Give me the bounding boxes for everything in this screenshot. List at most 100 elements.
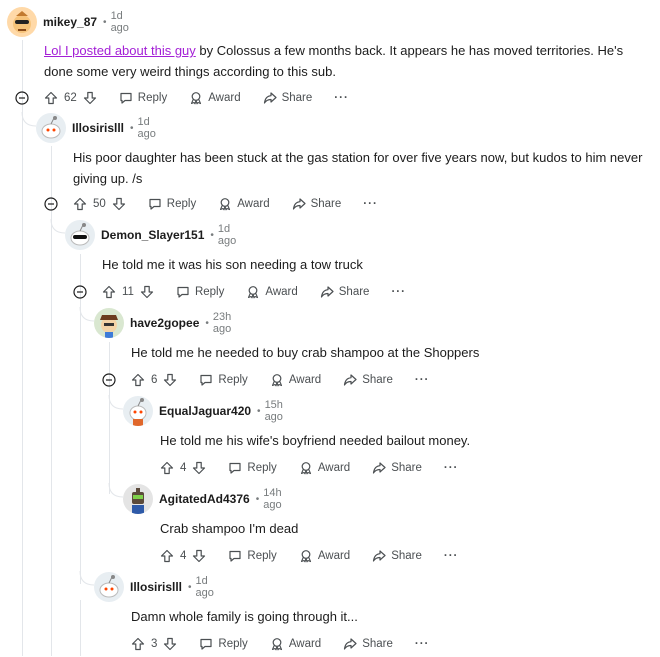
thread-line-4[interactable]	[109, 342, 110, 494]
more-options-icon[interactable]: ···	[334, 92, 349, 104]
more-options-icon[interactable]: ···	[391, 286, 406, 298]
avatar[interactable]	[123, 396, 153, 426]
upvote-icon[interactable]	[160, 549, 174, 563]
reply-button[interactable]: Reply	[199, 373, 248, 387]
comment-body: He told me his wife's boyfriend needed b…	[160, 433, 471, 448]
timestamp[interactable]: 1d ago	[138, 116, 156, 140]
award-button[interactable]: Award	[246, 285, 298, 299]
upvote-icon[interactable]	[102, 285, 116, 299]
share-icon	[320, 285, 334, 299]
collapse-icon[interactable]	[102, 373, 116, 387]
award-icon	[299, 549, 313, 563]
share-icon	[343, 637, 357, 651]
more-options-icon[interactable]: ···	[363, 198, 378, 210]
share-button[interactable]: Share	[263, 91, 312, 105]
award-button[interactable]: Award	[218, 197, 270, 211]
thread-line-3[interactable]	[80, 254, 81, 584]
share-icon	[372, 549, 386, 563]
vote-count: 4	[180, 462, 187, 474]
award-button[interactable]: Award	[270, 637, 321, 651]
share-button[interactable]: Share	[320, 285, 369, 299]
vote-count: 50	[93, 198, 106, 210]
username[interactable]: Illosirislll	[130, 580, 182, 594]
comment-actions: 6 Reply Award Share ···	[131, 367, 429, 393]
separator-dot: •	[205, 317, 209, 329]
avatar[interactable]	[65, 220, 95, 250]
downvote-icon[interactable]	[140, 285, 154, 299]
award-button[interactable]: Award	[270, 373, 321, 387]
more-options-icon[interactable]: ···	[415, 638, 430, 650]
reply-button[interactable]: Reply	[119, 91, 167, 105]
timestamp[interactable]: 1d ago	[111, 10, 129, 34]
downvote-icon[interactable]	[163, 373, 177, 387]
separator-dot: •	[257, 405, 261, 417]
username[interactable]: have2gopee	[130, 316, 199, 330]
reply-button[interactable]: Reply	[199, 637, 248, 651]
avatar[interactable]	[36, 113, 66, 143]
collapse-icon[interactable]	[15, 91, 29, 105]
award-button[interactable]: Award	[299, 461, 350, 475]
comment-link[interactable]: Lol I posted about this guy	[44, 43, 196, 58]
thread-line-1[interactable]	[22, 40, 23, 656]
comment-actions: 3 Reply Award Share ···	[131, 631, 429, 657]
upvote-icon[interactable]	[73, 197, 87, 211]
more-options-icon[interactable]: ···	[415, 374, 430, 386]
username[interactable]: AgitatedAd4376	[159, 492, 250, 506]
reply-icon	[228, 461, 242, 475]
timestamp[interactable]: 15h ago	[265, 399, 283, 423]
separator-dot: •	[188, 581, 192, 593]
timestamp[interactable]: 1d ago	[196, 575, 214, 599]
award-button[interactable]: Award	[299, 549, 350, 563]
upvote-icon[interactable]	[131, 637, 145, 651]
separator-dot: •	[103, 16, 107, 28]
upvote-icon[interactable]	[160, 461, 174, 475]
comment-body: He told me it was his son needing a tow …	[102, 257, 363, 272]
reply-button[interactable]: Reply	[228, 549, 277, 563]
thread-line-2[interactable]	[51, 146, 52, 656]
share-button[interactable]: Share	[372, 461, 422, 475]
avatar[interactable]	[123, 484, 153, 514]
share-icon	[372, 461, 386, 475]
more-options-icon[interactable]: ···	[444, 550, 459, 562]
reply-button[interactable]: Reply	[176, 285, 224, 299]
comment-body: He told me he needed to buy crab shampoo…	[131, 345, 480, 360]
reply-icon	[148, 197, 162, 211]
downvote-icon[interactable]	[112, 197, 126, 211]
share-button[interactable]: Share	[343, 637, 393, 651]
username[interactable]: Illosirislll	[72, 121, 124, 135]
downvote-icon[interactable]	[83, 91, 97, 105]
share-button[interactable]: Share	[292, 197, 341, 211]
share-icon	[263, 91, 277, 105]
reply-button[interactable]: Reply	[148, 197, 196, 211]
upvote-icon[interactable]	[131, 373, 145, 387]
thread-line-5[interactable]	[80, 600, 81, 656]
comment-body: Lol I posted about this guy by Colossus …	[44, 43, 624, 79]
timestamp[interactable]: 1d ago	[218, 223, 236, 247]
separator-dot: •	[255, 493, 260, 505]
share-button[interactable]: Share	[343, 373, 393, 387]
reply-icon	[176, 285, 190, 299]
collapse-icon[interactable]	[44, 197, 58, 211]
upvote-icon[interactable]	[44, 91, 58, 105]
downvote-icon[interactable]	[192, 461, 206, 475]
reply-button[interactable]: Reply	[228, 461, 277, 475]
collapse-icon[interactable]	[73, 285, 87, 299]
username[interactable]: EqualJaguar420	[159, 404, 251, 418]
separator-dot: •	[130, 122, 134, 134]
timestamp[interactable]: 14h ago	[263, 487, 281, 511]
share-icon	[292, 197, 306, 211]
vote-count: 11	[122, 286, 134, 298]
share-button[interactable]: Share	[372, 549, 422, 563]
avatar[interactable]	[7, 7, 37, 37]
downvote-icon[interactable]	[163, 637, 177, 651]
award-button[interactable]: Award	[189, 91, 241, 105]
avatar[interactable]	[94, 572, 124, 602]
more-options-icon[interactable]: ···	[444, 462, 459, 474]
downvote-icon[interactable]	[192, 549, 206, 563]
avatar[interactable]	[94, 308, 124, 338]
award-icon	[218, 197, 232, 211]
timestamp[interactable]: 23h ago	[213, 311, 231, 335]
username[interactable]: mikey_87	[43, 15, 97, 29]
username[interactable]: Demon_Slayer151	[101, 228, 204, 242]
comment-actions: 50 Reply Award Share ···	[73, 191, 378, 217]
